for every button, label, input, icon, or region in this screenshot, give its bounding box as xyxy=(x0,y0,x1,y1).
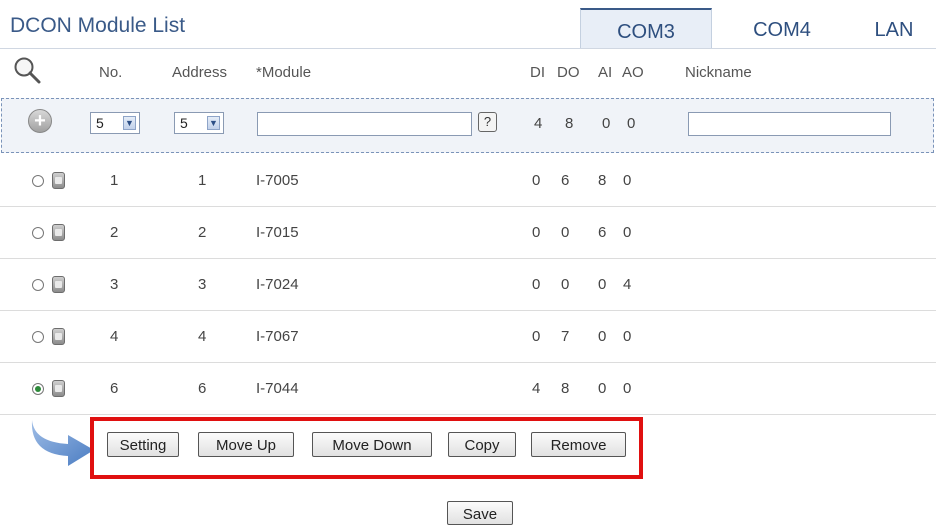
module-help-button[interactable]: ? xyxy=(478,112,497,132)
table-row[interactable]: 2 2 I-7015 0 0 6 0 xyxy=(0,207,936,259)
row-do: 0 xyxy=(561,224,570,241)
row-do: 0 xyxy=(561,276,570,293)
move-down-button[interactable]: Move Down xyxy=(312,432,432,457)
remove-button[interactable]: Remove xyxy=(531,432,626,457)
row-ao: 0 xyxy=(623,172,632,189)
chevron-down-icon: ▼ xyxy=(207,116,220,130)
no-select[interactable]: 5 ▼ xyxy=(90,112,140,134)
row-address: 4 xyxy=(198,328,207,345)
row-select-radio[interactable] xyxy=(32,383,44,395)
module-device-icon xyxy=(52,224,65,241)
row-address: 1 xyxy=(198,172,207,189)
row-module: I-7044 xyxy=(256,380,299,397)
nickname-input[interactable] xyxy=(688,112,891,136)
table-row[interactable]: 6 6 I-7044 4 8 0 0 xyxy=(0,363,936,415)
row-module: I-7067 xyxy=(256,328,299,345)
module-device-icon xyxy=(52,172,65,189)
row-module: I-7024 xyxy=(256,276,299,293)
row-no: 3 xyxy=(110,276,119,293)
row-ao: 0 xyxy=(623,224,632,241)
chevron-down-icon: ▼ xyxy=(123,116,136,130)
module-device-icon xyxy=(52,380,65,397)
row-no: 6 xyxy=(110,380,119,397)
add-module-row: + 5 ▼ 5 ▼ ? 4 8 0 0 xyxy=(1,98,934,153)
row-select-radio[interactable] xyxy=(32,175,44,187)
row-di: 0 xyxy=(532,276,541,293)
add-do-value: 8 xyxy=(565,115,574,132)
row-ai: 0 xyxy=(598,328,607,345)
row-address: 6 xyxy=(198,380,207,397)
module-device-icon xyxy=(52,276,65,293)
col-di: DI xyxy=(530,64,545,81)
add-di-value: 4 xyxy=(534,115,543,132)
col-module: *Module xyxy=(256,64,312,81)
row-di: 0 xyxy=(532,172,541,189)
magnifier-icon[interactable] xyxy=(12,55,42,85)
row-do: 8 xyxy=(561,380,570,397)
page-title: DCON Module List xyxy=(10,14,186,37)
row-do: 7 xyxy=(561,328,570,345)
row-address: 3 xyxy=(198,276,207,293)
tab-com3[interactable]: COM3 xyxy=(580,8,712,48)
row-select-radio[interactable] xyxy=(32,331,44,343)
row-ao: 0 xyxy=(623,328,632,345)
row-ai: 8 xyxy=(598,172,607,189)
header-divider xyxy=(0,48,936,49)
table-row[interactable]: 1 1 I-7005 0 6 8 0 xyxy=(0,155,936,207)
col-address: Address xyxy=(172,64,228,81)
row-select-radio[interactable] xyxy=(32,279,44,291)
row-ai: 0 xyxy=(598,276,607,293)
save-button[interactable]: Save xyxy=(447,501,513,525)
row-module: I-7005 xyxy=(256,172,299,189)
row-no: 1 xyxy=(110,172,119,189)
tab-lan[interactable]: LAN xyxy=(852,8,936,48)
address-select[interactable]: 5 ▼ xyxy=(174,112,224,134)
row-select-radio[interactable] xyxy=(32,227,44,239)
col-nickname: Nickname xyxy=(685,64,752,81)
col-ai: AI xyxy=(598,64,613,81)
add-ao-value: 0 xyxy=(627,115,636,132)
col-ao: AO xyxy=(622,64,644,81)
row-di: 0 xyxy=(532,328,541,345)
row-di: 4 xyxy=(532,380,541,397)
row-no: 2 xyxy=(110,224,119,241)
module-device-icon xyxy=(52,328,65,345)
no-select-value: 5 xyxy=(96,115,104,131)
setting-button[interactable]: Setting xyxy=(107,432,179,457)
row-module: I-7015 xyxy=(256,224,299,241)
row-ai: 0 xyxy=(598,380,607,397)
tab-com4[interactable]: COM4 xyxy=(712,8,852,48)
move-up-button[interactable]: Move Up xyxy=(198,432,294,457)
col-do: DO xyxy=(557,64,580,81)
module-input[interactable] xyxy=(257,112,472,136)
add-icon[interactable]: + xyxy=(28,109,52,133)
row-do: 6 xyxy=(561,172,570,189)
table-row[interactable]: 4 4 I-7067 0 7 0 0 xyxy=(0,311,936,363)
row-ai: 6 xyxy=(598,224,607,241)
row-di: 0 xyxy=(532,224,541,241)
col-no: No. xyxy=(99,64,123,81)
table-row[interactable]: 3 3 I-7024 0 0 0 4 xyxy=(0,259,936,311)
row-ao: 0 xyxy=(623,380,632,397)
tab-bar: COM3 COM4 LAN xyxy=(580,8,936,48)
add-ai-value: 0 xyxy=(602,115,611,132)
row-no: 4 xyxy=(110,328,119,345)
row-ao: 4 xyxy=(623,276,632,293)
copy-button[interactable]: Copy xyxy=(448,432,516,457)
row-address: 2 xyxy=(198,224,207,241)
address-select-value: 5 xyxy=(180,115,188,131)
